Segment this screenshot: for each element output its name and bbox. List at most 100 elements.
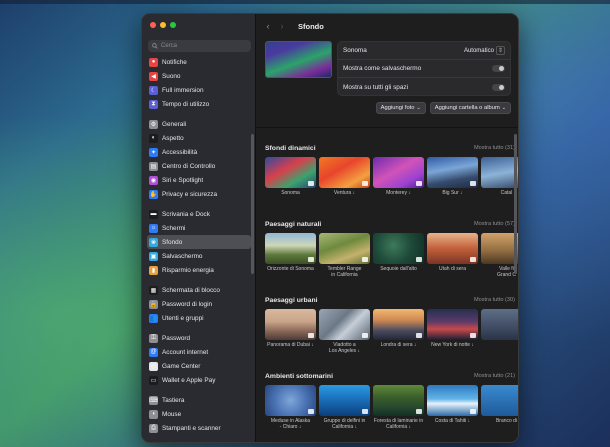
wallpaper-thumbnail[interactable]: Sequoie dall'alto xyxy=(373,233,424,278)
add-buttons: Aggiungi foto ⌄ Aggiungi cartella o albu… xyxy=(375,102,511,114)
dynamic-badge-icon xyxy=(362,333,368,338)
dynamic-badge-icon xyxy=(470,333,476,338)
thumbnail-image xyxy=(373,233,424,264)
wallpaper-icon: ❀ xyxy=(149,237,158,247)
wallpaper-thumbnail[interactable]: Londra di sera ↓ xyxy=(373,309,424,354)
menu-bar xyxy=(0,0,610,4)
wallpaper-thumbnail[interactable]: Meduse in Alaska - Chiaro ↓ xyxy=(265,385,316,430)
wallpaper-thumbnail[interactable]: New York di notte ↓ xyxy=(427,309,478,354)
sidebar-item-lock-screen[interactable]: ▦ Schermata di blocco xyxy=(147,283,251,297)
add-photo-label: Aggiungi foto xyxy=(380,105,415,111)
sidebar-item-label: Notifiche xyxy=(162,58,187,66)
sidebar-item-key[interactable]: ⚿ Password xyxy=(147,331,251,345)
select-chevron-icon: ⇕ xyxy=(495,46,505,55)
sidebar-item-game-center[interactable]: ◎ Game Center xyxy=(147,359,251,373)
thumbnail-caption: Utah di sera xyxy=(439,266,466,272)
wallpaper-section: Sfondi dinamici Mostra tutto (31) Sonoma Ve… xyxy=(265,142,518,196)
sidebar-item-screensaver[interactable]: ▣ Salvaschermo xyxy=(147,249,251,263)
sidebar-item-moon[interactable]: ☾ Full immersion xyxy=(147,83,251,97)
wallpaper-thumbnail[interactable]: Orizzonte di Sonoma xyxy=(265,233,316,278)
thumbnail-caption: Sequoie dall'alto xyxy=(380,266,417,272)
thumbnail-image xyxy=(427,233,478,264)
search-input[interactable]: Cerca xyxy=(148,40,251,52)
wallpaper-thumbnail[interactable]: Branco di xyxy=(481,385,518,430)
sidebar-item-mouse[interactable]: ◖ Mouse xyxy=(147,407,251,421)
screensaver-toggle[interactable] xyxy=(492,65,505,72)
thumbnail-image xyxy=(319,233,370,264)
sidebar-item-hand[interactable]: ✋ Privacy e sicurezza xyxy=(147,187,251,201)
minimize-window-button[interactable] xyxy=(160,22,166,28)
show-all-button[interactable]: Mostra tutto (31) xyxy=(474,145,515,151)
show-all-button[interactable]: Mostra tutto (30) xyxy=(474,297,515,303)
sidebar-item-speaker[interactable]: ◀ Suono xyxy=(147,69,251,83)
sidebar-item-bell[interactable]: ● Notifiche xyxy=(147,55,251,69)
sidebar-item-dock[interactable]: ▬ Scrivania e Dock xyxy=(147,207,251,221)
sidebar-item-gear[interactable]: ⚙ Generali xyxy=(147,117,251,131)
sidebar-item-label: Account internet xyxy=(162,348,209,356)
section-title: Paesaggi naturali xyxy=(265,220,322,228)
wallpaper-thumbnail[interactable]: Utah di sera xyxy=(427,233,478,278)
wallpaper-thumbnail[interactable]: Sonoma xyxy=(265,157,316,196)
wallpaper-thumbnail[interactable]: Tembler Range in California xyxy=(319,233,370,278)
sidebar-item-hourglass[interactable]: ⧗ Tempo di utilizzo xyxy=(147,97,251,111)
sidebar-item-at[interactable]: @ Account internet xyxy=(147,345,251,359)
wallpaper-thumbnail[interactable]: Viadotto a Los Angeles ↓ xyxy=(319,309,370,354)
thumbnail-image xyxy=(373,385,424,416)
sidebar-item-keyboard[interactable]: ⌨ Tastiera xyxy=(147,393,251,407)
dock-icon: ▬ xyxy=(149,209,158,219)
zoom-window-button[interactable] xyxy=(170,22,176,28)
main-content: ‹ › Sfondo Sonoma Automatico ⇕ Mostra co… xyxy=(256,14,518,442)
thumbnail-image xyxy=(427,309,478,340)
thumbnail-caption: Meduse in Alaska - Chiaro ↓ xyxy=(270,418,311,430)
thumbnail-image xyxy=(265,309,316,340)
wallpaper-thumbnail[interactable]: Costa di Tahiti ↓ xyxy=(427,385,478,430)
content-scrollbar[interactable] xyxy=(514,134,517,274)
sidebar-item-label: Utenti e gruppi xyxy=(162,314,204,322)
forward-button[interactable]: › xyxy=(276,21,288,31)
wallpaper-thumbnail[interactable]: Gruppo di delfini in California ↓ xyxy=(319,385,370,430)
sidebar-item-appearance[interactable]: ◐ Aspetto xyxy=(147,131,251,145)
sidebar-scrollbar[interactable] xyxy=(251,134,254,274)
sidebar-item-battery[interactable]: ▮ Risparmio energia xyxy=(147,263,251,277)
show-all-button[interactable]: Mostra tutto (57) xyxy=(474,221,515,227)
back-button[interactable]: ‹ xyxy=(262,21,274,31)
appearance-select[interactable]: Automatico ⇕ xyxy=(464,46,505,55)
wallpaper-thumbnail[interactable]: Panorama di Dubai ↓ xyxy=(265,309,316,354)
sidebar-item-display[interactable]: ☼ Schermi xyxy=(147,221,251,235)
wallpaper-thumbnail[interactable]: Ventura ↓ xyxy=(319,157,370,196)
thumbnail-image xyxy=(265,233,316,264)
sidebar-item-label: Schermata di blocco xyxy=(162,286,220,294)
show-all-button[interactable]: Mostra tutto (21) xyxy=(474,373,515,379)
lock-icon: 🔒 xyxy=(149,299,158,309)
search-icon xyxy=(152,43,158,49)
sidebar-item-lock[interactable]: 🔒 Password di login xyxy=(147,297,251,311)
section-title: Ambienti sottomarini xyxy=(265,372,333,380)
add-folder-label: Aggiungi cartella o album xyxy=(434,105,500,111)
wallpaper-thumbnail[interactable] xyxy=(481,309,518,354)
sidebar-item-label: Risparmio energia xyxy=(162,266,214,274)
accessibility-icon: ✦ xyxy=(149,147,158,157)
thumbnail-caption: Sonoma xyxy=(281,190,300,196)
add-photo-button[interactable]: Aggiungi foto ⌄ xyxy=(375,102,426,114)
thumbnail-caption: Londra di sera ↓ xyxy=(380,342,417,348)
thumbnail-caption: Big Sur ↓ xyxy=(442,190,463,196)
add-folder-button[interactable]: Aggiungi cartella o album ⌄ xyxy=(429,102,511,114)
sidebar-item-printer[interactable]: ⎙ Stampanti e scanner xyxy=(147,421,251,435)
sidebar-item-wallpaper[interactable]: ❀ Sfondo xyxy=(147,235,251,249)
wallpaper-mode-row: Sonoma Automatico ⇕ xyxy=(338,42,510,60)
sidebar-item-users[interactable]: 👥 Utenti e gruppi xyxy=(147,311,251,325)
section-header: Ambienti sottomarini Mostra tutto (21) xyxy=(265,370,515,382)
sidebar-item-accessibility[interactable]: ✦ Accessibilità xyxy=(147,145,251,159)
sidebar-item-label: Privacy e sicurezza xyxy=(162,190,218,198)
sidebar-item-control-center[interactable]: ▤ Centro di Controllo xyxy=(147,159,251,173)
dynamic-badge-icon xyxy=(470,257,476,262)
sidebar: Cerca ● Notifiche ◀ Suono ☾ Full immersion ⧗ Te… xyxy=(142,14,256,442)
sidebar-item-siri[interactable]: ◉ Siri e Spotlight xyxy=(147,173,251,187)
sidebar-item-wallet[interactable]: ▭ Wallet e Apple Pay xyxy=(147,373,251,387)
close-window-button[interactable] xyxy=(150,22,156,28)
wallpaper-thumbnail[interactable]: Big Sur ↓ xyxy=(427,157,478,196)
wallpaper-thumbnail[interactable]: Monterey ↓ xyxy=(373,157,424,196)
all-spaces-toggle[interactable] xyxy=(492,83,505,91)
wallpaper-thumbnail[interactable]: Foresta di laminarie in California ↓ xyxy=(373,385,424,430)
sidebar-item-label: Schermi xyxy=(162,224,186,232)
